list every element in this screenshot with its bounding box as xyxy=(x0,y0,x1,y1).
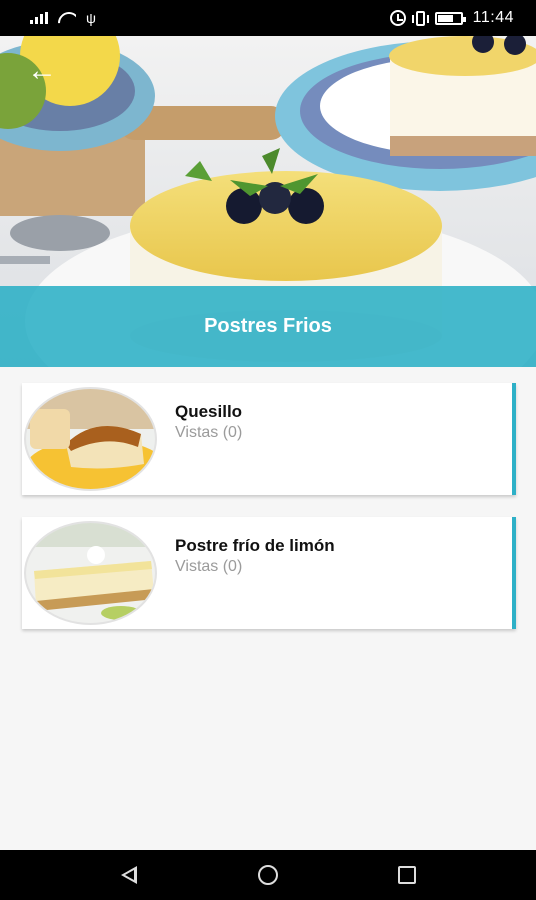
status-left: ψ xyxy=(30,11,96,25)
nav-recent-apps-button[interactable] xyxy=(382,855,432,895)
status-right: 11:44 xyxy=(389,9,514,27)
recipe-title: Postre frío de limón xyxy=(175,536,335,555)
recipe-views: Vistas (0) xyxy=(175,558,243,575)
home-circle-icon xyxy=(257,865,278,885)
battery-icon xyxy=(434,11,466,25)
nav-home-button[interactable] xyxy=(243,855,293,895)
recipe-views: Vistas (0) xyxy=(175,424,243,441)
usb-icon: ψ xyxy=(86,10,96,26)
page-title: Postres Frios xyxy=(204,315,332,337)
recipe-thumbnail xyxy=(24,521,157,625)
alarm-icon xyxy=(389,10,406,26)
recipe-card-postre-frio-de-limon[interactable]: Postre frío de limón Vistas (0) xyxy=(22,517,516,629)
back-triangle-icon xyxy=(121,866,138,884)
clock: 11:44 xyxy=(472,9,514,26)
flan-image xyxy=(26,389,155,489)
lemon-slice-image xyxy=(26,523,155,623)
title-band: Postres Frios xyxy=(0,286,536,367)
recipe-thumbnail xyxy=(24,387,157,491)
back-button[interactable]: ← xyxy=(22,54,62,88)
vibrate-icon xyxy=(411,10,429,26)
nav-back-button[interactable] xyxy=(104,855,154,895)
navigation-bar xyxy=(0,850,536,900)
arrow-left-icon: ← xyxy=(27,54,57,87)
recipe-title: Quesillo xyxy=(175,402,243,421)
status-bar: ψ 11:44 xyxy=(0,0,536,36)
wifi-icon xyxy=(58,12,76,24)
recipe-card-quesillo[interactable]: Quesillo Vistas (0) xyxy=(22,383,516,495)
recent-apps-square-icon xyxy=(397,866,416,884)
header-hero-image: ← Postres Frios xyxy=(0,36,536,367)
signal-icon xyxy=(30,12,48,24)
